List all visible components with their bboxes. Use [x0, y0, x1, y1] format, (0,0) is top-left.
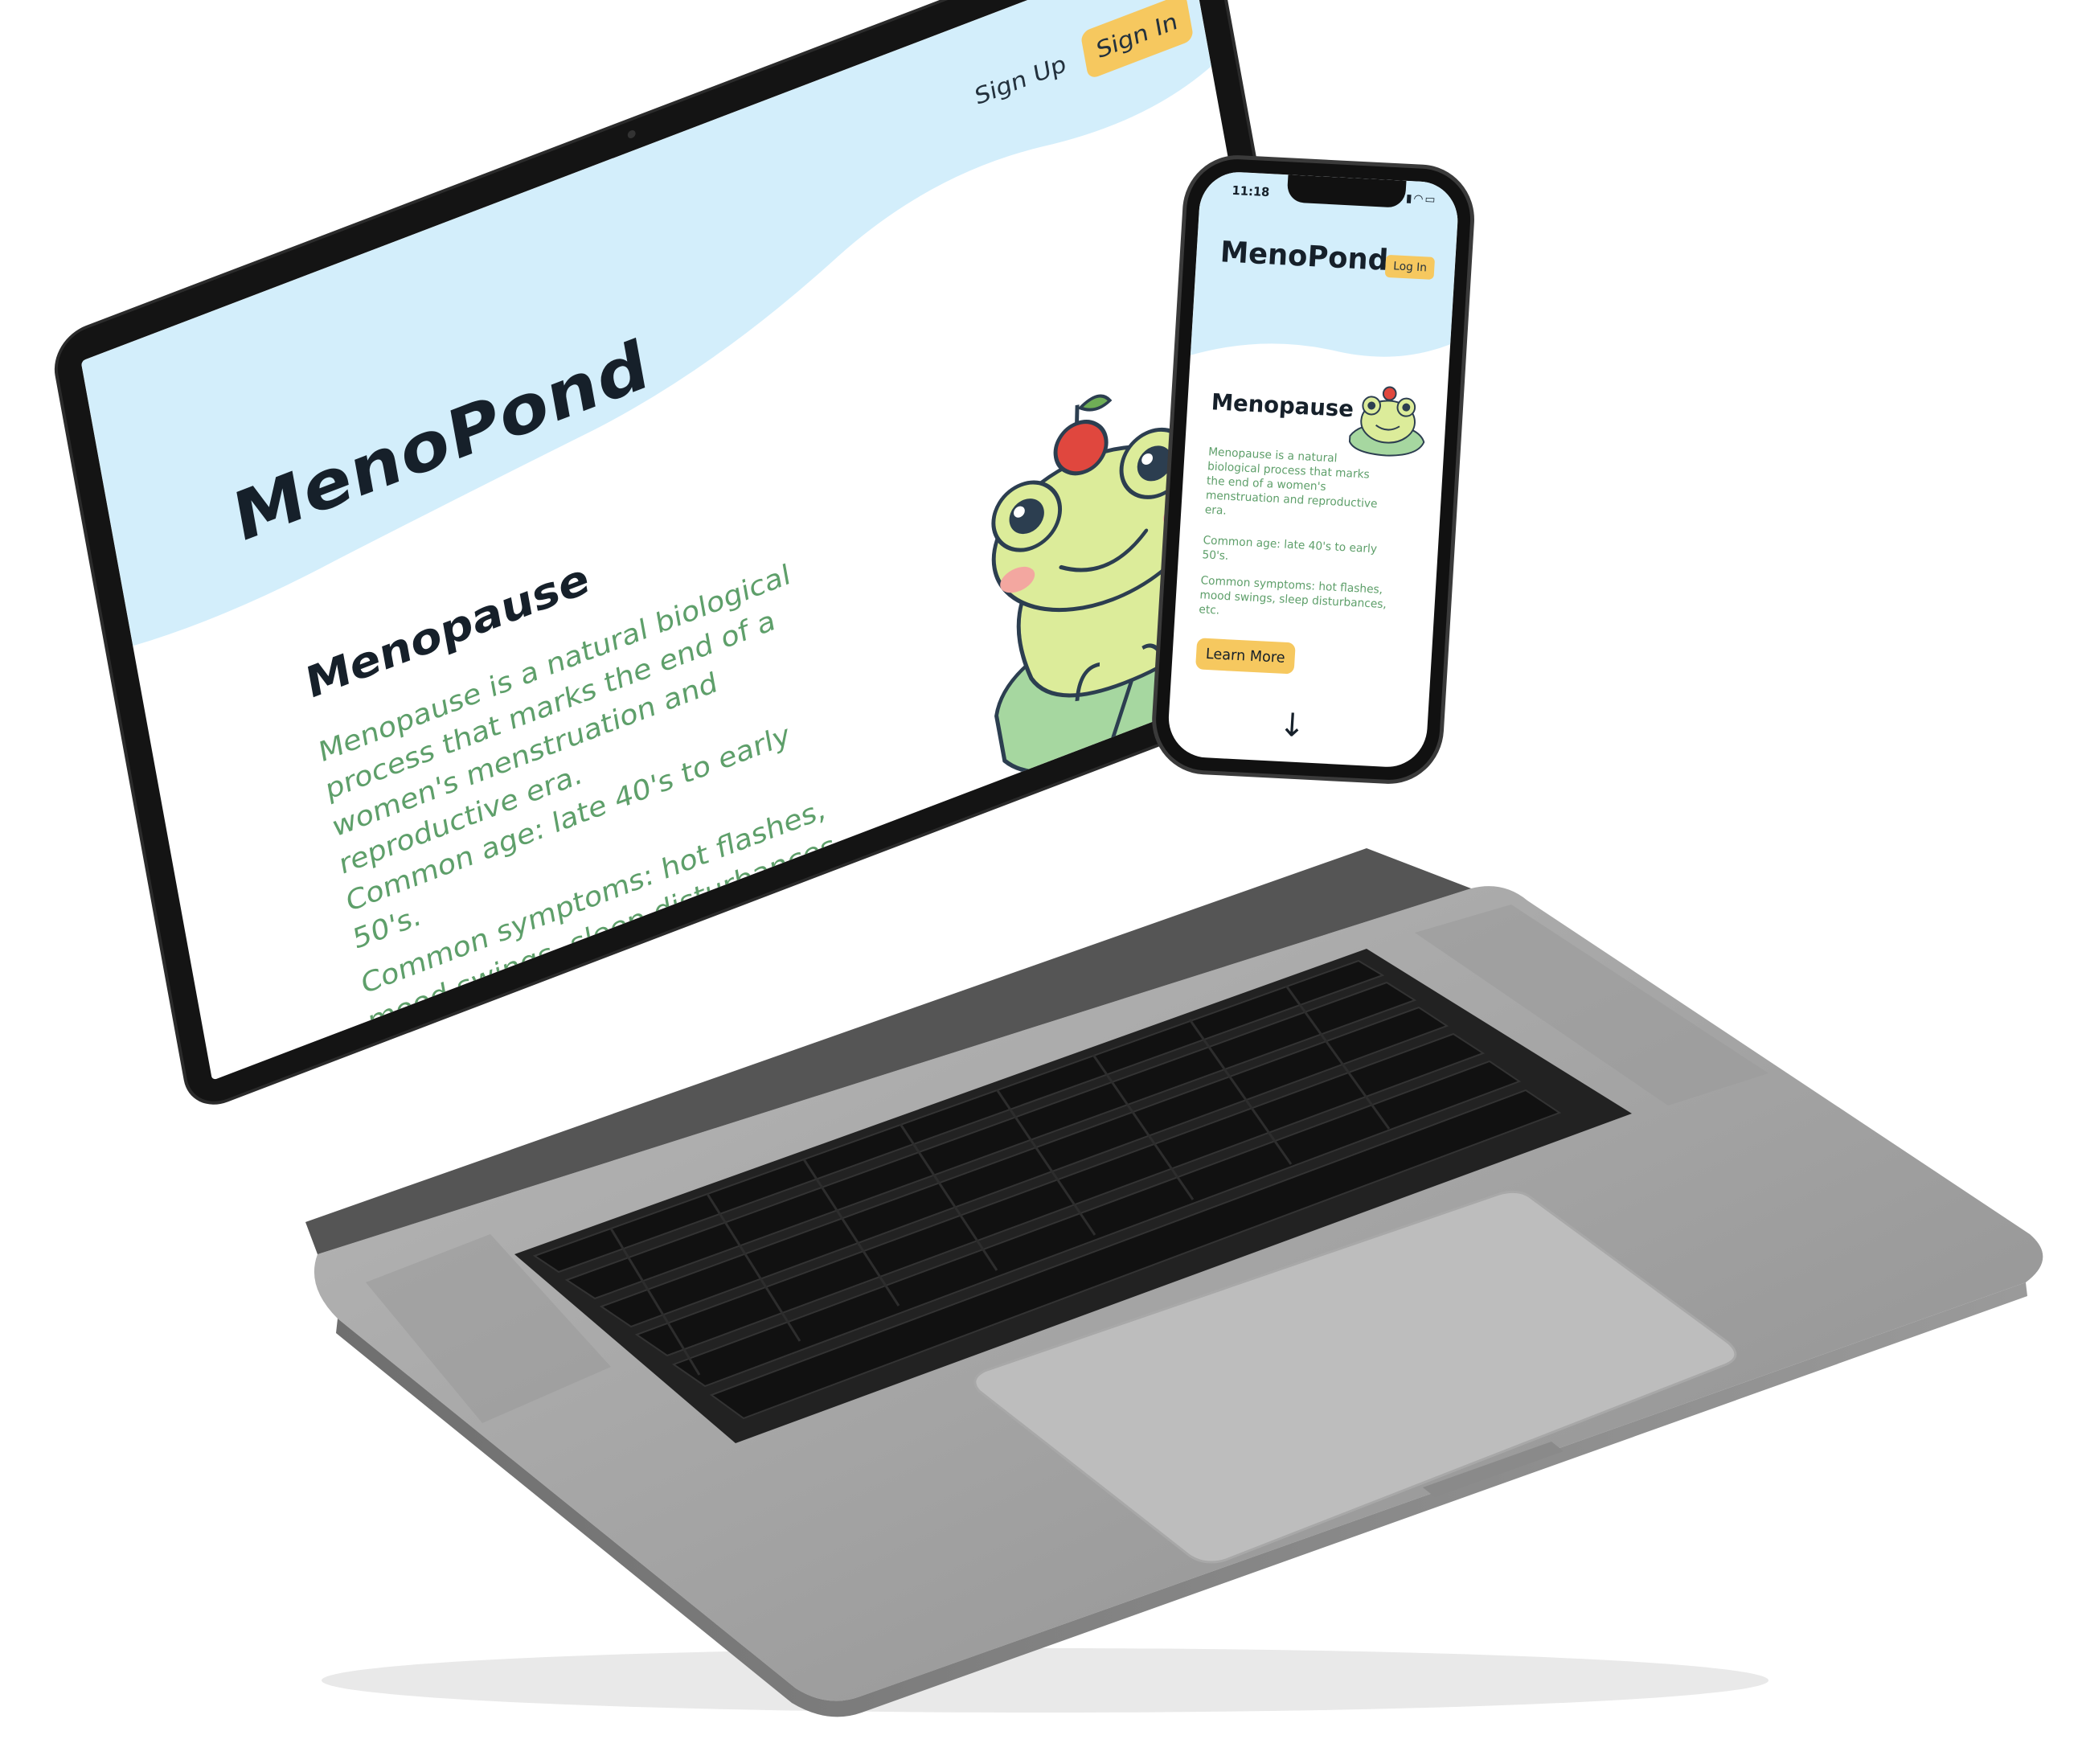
battery-icon: ▭: [1424, 193, 1437, 207]
log-in-button[interactable]: Log In: [1384, 254, 1436, 280]
status-icons: ▮◠▭: [1406, 192, 1437, 207]
arrow-down-icon[interactable]: ↓: [1278, 707, 1307, 745]
phone-device: 11:18 ▮◠▭ MenoPond Log In Menopause Meno…: [1153, 157, 1473, 782]
mobile-hero-description: Menopause is a natural biological proces…: [1204, 445, 1378, 518]
device-mockup: MenoPond Sign Up Sign In Menopause Menop…: [0, 0, 2082, 1764]
wifi-icon: ◠: [1413, 192, 1425, 207]
mobile-learn-more-button[interactable]: Learn More: [1195, 638, 1296, 675]
status-time: 11:18: [1232, 183, 1270, 200]
mobile-frog-illustration: [1348, 386, 1425, 457]
mobile-screen: 11:18 ▮◠▭ MenoPond Log In Menopause Meno…: [1166, 170, 1461, 769]
camera-dot: [626, 129, 637, 140]
